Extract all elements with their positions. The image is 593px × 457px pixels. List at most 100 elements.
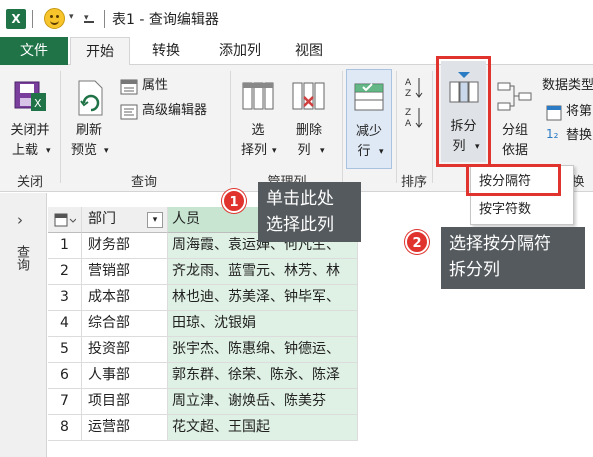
- tab-home[interactable]: 开始: [70, 37, 130, 66]
- department-cell[interactable]: 运营部: [82, 415, 168, 441]
- split-by-delimiter-highlight: [466, 164, 561, 196]
- tab-file[interactable]: 文件: [0, 37, 68, 65]
- people-cell[interactable]: 周立津、谢焕岳、陈美芬: [168, 389, 358, 415]
- tab-add-column[interactable]: 添加列: [205, 37, 275, 65]
- svg-text:Z: Z: [405, 89, 411, 99]
- split-by-char-count-menu-item[interactable]: 按字符数: [471, 196, 573, 224]
- choose-columns-button[interactable]: 选 择列 ▾: [236, 69, 280, 169]
- table-menu-button[interactable]: [48, 207, 82, 233]
- data-type-dropdown[interactable]: 数据类型: [542, 77, 593, 95]
- callout-2-line-1: 选择按分隔符: [449, 234, 551, 254]
- group-label-close: 关闭: [16, 175, 43, 190]
- tab-transform[interactable]: 转换: [138, 37, 194, 65]
- reduce-rows-label-2: 行: [357, 144, 371, 159]
- people-cell[interactable]: 花文超、王国起: [168, 415, 358, 441]
- close-load-label-1: 关闭并: [10, 123, 50, 138]
- step-badge-1: 1: [222, 189, 246, 213]
- callout-2-line-2: 拆分列: [449, 260, 500, 280]
- ribbon-tabs: 文件 开始 转换 添加列 视图: [0, 37, 593, 66]
- group-by-button[interactable]: 分组 依据: [495, 69, 535, 169]
- group-label-query: 查询: [130, 175, 157, 190]
- properties-button[interactable]: 属性: [120, 77, 230, 97]
- refresh-caret-icon: ▾: [104, 146, 109, 156]
- queries-pane-label: 查询: [14, 245, 29, 271]
- smiley-caret-icon[interactable]: ▾: [69, 12, 74, 22]
- excel-logo-icon: X: [6, 9, 26, 29]
- row-number: 8: [48, 415, 82, 441]
- row-number: 2: [48, 259, 82, 285]
- split-column-button[interactable]: 拆分 列 ▾: [441, 61, 486, 162]
- department-cell[interactable]: 营销部: [82, 259, 168, 285]
- row-number: 4: [48, 311, 82, 337]
- replace-values-button[interactable]: 1₂ 替换: [546, 127, 593, 147]
- close-load-caret-icon: ▾: [46, 146, 51, 156]
- remove-columns-icon: [292, 82, 325, 110]
- row-number: 5: [48, 337, 82, 363]
- people-cell[interactable]: 张宇杰、陈惠绵、钟德运、: [168, 337, 358, 363]
- people-cell[interactable]: 田琼、沈银娟: [168, 311, 358, 337]
- department-cell[interactable]: 项目部: [82, 389, 168, 415]
- queries-pane[interactable]: › 查询: [0, 193, 47, 457]
- window-title: 表1 - 查询编辑器: [112, 12, 219, 28]
- split-column-icon: [449, 72, 479, 103]
- close-load-label-2: 上载: [11, 143, 38, 158]
- tab-view[interactable]: 视图: [284, 37, 334, 65]
- department-cell[interactable]: 综合部: [82, 311, 168, 337]
- remove-columns-caret-icon: ▾: [320, 146, 325, 156]
- sort-ascending-icon: A Z: [405, 78, 423, 99]
- callout-step-2: 选择按分隔符 拆分列: [441, 227, 585, 289]
- row-number: 6: [48, 363, 82, 389]
- advanced-editor-label: 高级编辑器: [142, 103, 208, 118]
- group-divider: [396, 71, 397, 183]
- use-first-row-label: 将第: [566, 104, 593, 119]
- choose-columns-caret-icon: ▾: [272, 146, 277, 156]
- callout-1-line-1: 单击此处: [266, 189, 334, 209]
- save-close-icon: X: [14, 81, 46, 111]
- use-first-row-button[interactable]: 将第: [546, 103, 593, 123]
- callout-step-1: 单击此处 选择此列: [258, 182, 361, 242]
- group-divider: [432, 71, 433, 183]
- split-column-label-2: 列: [452, 139, 466, 154]
- department-cell[interactable]: 投资部: [82, 337, 168, 363]
- department-cell[interactable]: 人事部: [82, 363, 168, 389]
- column-header-department[interactable]: 部门 ▾: [82, 207, 168, 233]
- split-column-label-1: 拆分: [450, 119, 477, 134]
- remove-columns-label-2: 列: [297, 143, 311, 158]
- refresh-label-2: 预览: [70, 143, 97, 158]
- group-divider: [60, 71, 61, 183]
- people-cell[interactable]: 齐龙雨、蓝雪元、林芳、林: [168, 259, 358, 285]
- svg-text:Z: Z: [405, 108, 411, 118]
- row-number: 3: [48, 285, 82, 311]
- group-divider: [342, 71, 343, 183]
- remove-columns-label-1: 删除: [295, 123, 322, 138]
- sort-descending-icon: Z A: [405, 108, 423, 129]
- refresh-label-1: 刷新: [75, 123, 102, 138]
- refresh-preview-button[interactable]: 刷新 预览 ▾: [64, 69, 114, 169]
- refresh-icon: [78, 80, 103, 116]
- sort-descending-button[interactable]: Z A: [404, 105, 426, 129]
- filter-dropdown-icon[interactable]: ▾: [147, 212, 163, 228]
- department-cell[interactable]: 财务部: [82, 233, 168, 259]
- svg-text:X: X: [34, 97, 42, 110]
- department-cell[interactable]: 成本部: [82, 285, 168, 311]
- properties-label: 属性: [142, 78, 169, 93]
- sort-ascending-button[interactable]: A Z: [404, 75, 426, 99]
- close-and-load-button[interactable]: X 关闭并 上载 ▾: [2, 69, 58, 169]
- column-header-department-label: 部门: [88, 211, 116, 227]
- expand-queries-chevron-icon[interactable]: ›: [17, 211, 23, 229]
- remove-columns-button[interactable]: 删除 列 ▾: [286, 69, 332, 169]
- group-divider: [230, 71, 231, 183]
- step-badge-2: 2: [405, 230, 429, 254]
- reduce-rows-button[interactable]: 减少 行 ▾: [346, 69, 392, 169]
- advanced-editor-button[interactable]: 高级编辑器: [120, 102, 230, 122]
- feedback-smiley-icon[interactable]: [44, 8, 65, 29]
- group-by-label-2: 依据: [501, 143, 528, 158]
- divider: [104, 10, 105, 28]
- group-label-sort: 排序: [400, 175, 427, 190]
- properties-icon: [120, 79, 138, 95]
- group-by-icon: [497, 82, 532, 111]
- quick-access-customize-icon[interactable]: ▾: [84, 11, 94, 23]
- advanced-editor-icon: [120, 104, 138, 120]
- people-cell[interactable]: 林也迪、苏美泽、钟毕军、: [168, 285, 358, 311]
- people-cell[interactable]: 郭东群、徐荣、陈永、陈泽: [168, 363, 358, 389]
